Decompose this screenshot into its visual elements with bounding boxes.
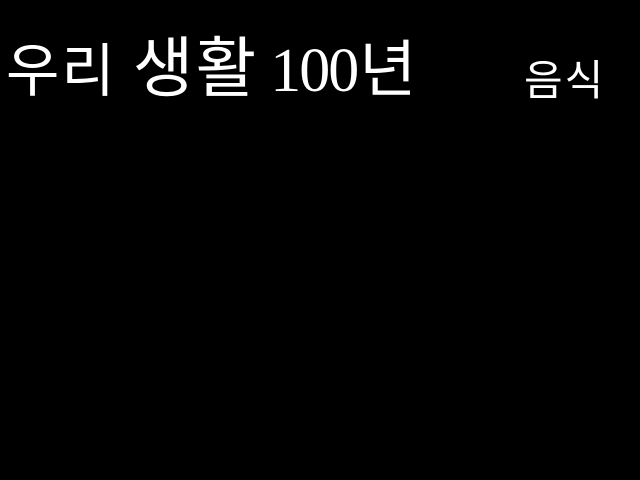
episode-subtitle: 음식 [524, 56, 606, 105]
title-word-saenghwal: 생활 [132, 30, 259, 107]
title-word-nyeon: 년 [359, 33, 417, 106]
blank-screen-area [0, 130, 640, 480]
title-number-100: 100 [270, 37, 359, 105]
title-bar: 우리 생활 100년 음식 [0, 0, 640, 130]
title-word-uri: 우리 [6, 37, 117, 105]
program-title: 우리 생활 100년 [6, 30, 417, 107]
